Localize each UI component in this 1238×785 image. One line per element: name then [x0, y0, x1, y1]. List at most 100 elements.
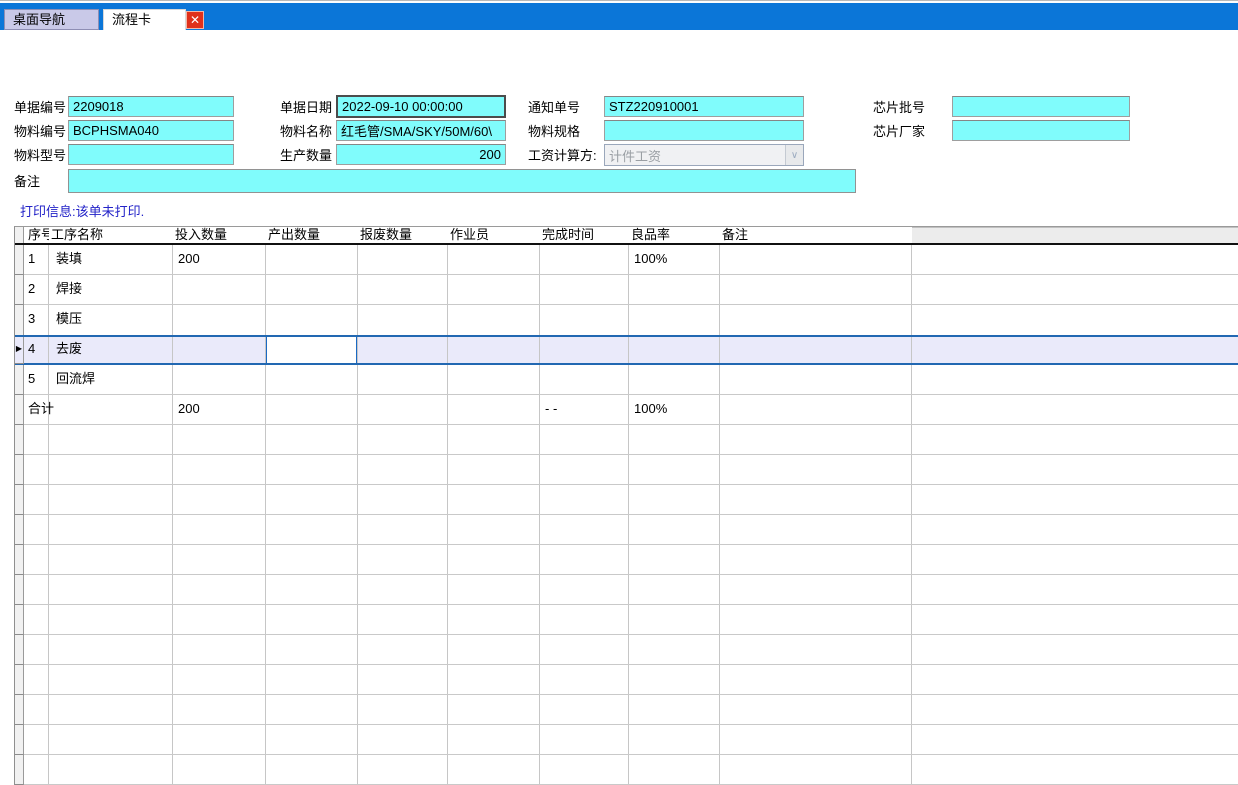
cell-process-name[interactable]: 焊接: [49, 275, 173, 304]
cell-scrap-qty[interactable]: [358, 305, 448, 335]
cell-yield-rate[interactable]: [629, 275, 720, 304]
cell-seq[interactable]: 5: [24, 365, 49, 394]
cell-yield-rate[interactable]: [629, 337, 720, 363]
table-row-4-selected[interactable]: ▶ 4 去废: [15, 335, 1238, 365]
grid-header-gutter: [15, 227, 24, 243]
col-header-process-name[interactable]: 工序名称: [49, 227, 173, 243]
empty-table-row[interactable]: [15, 695, 1238, 725]
cell-process-name[interactable]: 模压: [49, 305, 173, 335]
cell-seq[interactable]: 2: [24, 275, 49, 304]
cell-output-qty[interactable]: [266, 275, 358, 304]
cell-input-qty[interactable]: [173, 337, 266, 363]
cell-finish-time[interactable]: [540, 365, 629, 394]
cell-finish-time[interactable]: [540, 275, 629, 304]
tab-desktop-nav[interactable]: 桌面导航: [4, 9, 99, 30]
cell-finish-time[interactable]: [540, 337, 629, 363]
col-header-output-qty[interactable]: 产出数量: [266, 227, 358, 243]
empty-table-row[interactable]: [15, 665, 1238, 695]
cell-scrap-qty[interactable]: [358, 365, 448, 394]
output-qty-edit-input[interactable]: [266, 337, 358, 363]
cell-process-name[interactable]: 去废: [49, 337, 173, 363]
cell-operator[interactable]: [448, 337, 540, 363]
row-gutter-current-indicator[interactable]: ▶: [15, 337, 24, 364]
row-gutter: [15, 605, 24, 635]
cell-output-qty[interactable]: [266, 365, 358, 394]
cell-remark[interactable]: [720, 337, 912, 363]
col-header-seq[interactable]: 序号: [24, 227, 49, 243]
cell-process-name[interactable]: 回流焊: [49, 365, 173, 394]
cell-yield-rate[interactable]: [629, 305, 720, 335]
chip-maker-input[interactable]: [952, 120, 1130, 141]
col-header-input-qty[interactable]: 投入数量: [173, 227, 266, 243]
empty-table-row[interactable]: [15, 455, 1238, 485]
col-header-operator[interactable]: 作业员: [448, 227, 540, 243]
cell-yield-rate[interactable]: 100%: [629, 245, 720, 274]
cell-input-qty[interactable]: [173, 365, 266, 394]
material-spec-label: 物料规格: [528, 123, 602, 140]
col-header-scrap-qty[interactable]: 报废数量: [358, 227, 448, 243]
cell-output-qty[interactable]: [266, 245, 358, 274]
col-header-yield-rate[interactable]: 良品率: [629, 227, 720, 243]
row-gutter[interactable]: [15, 305, 24, 336]
empty-table-row[interactable]: [15, 635, 1238, 665]
cell-remark[interactable]: [720, 365, 912, 394]
table-row-1[interactable]: 1 装填 200 100%: [15, 245, 1238, 275]
cell-process-name[interactable]: 装填: [49, 245, 173, 274]
doc-no-input[interactable]: [68, 96, 234, 117]
table-row-5[interactable]: 5 回流焊: [15, 365, 1238, 395]
cell-operator[interactable]: [448, 365, 540, 394]
cell-scrap-qty[interactable]: [358, 337, 448, 363]
chip-batch-input[interactable]: [952, 96, 1130, 117]
table-row-2[interactable]: 2 焊接: [15, 275, 1238, 305]
cell-finish-time[interactable]: [540, 245, 629, 274]
tab-process-card[interactable]: 流程卡: [103, 9, 186, 30]
material-no-input[interactable]: [68, 120, 234, 141]
cell-operator[interactable]: [448, 305, 540, 335]
cell-filler: [912, 245, 1238, 274]
cell-input-qty-total: 200: [173, 395, 266, 424]
empty-table-row[interactable]: [15, 575, 1238, 605]
empty-table-row[interactable]: [15, 755, 1238, 785]
col-header-finish-time[interactable]: 完成时间: [540, 227, 629, 243]
material-spec-input[interactable]: [604, 120, 804, 141]
cell-output-qty[interactable]: [266, 305, 358, 335]
cell-scrap-qty[interactable]: [358, 275, 448, 304]
cell-remark[interactable]: [720, 305, 912, 335]
empty-table-row[interactable]: [15, 485, 1238, 515]
wage-method-select[interactable]: 计件工资 ∨: [604, 144, 804, 166]
empty-table-row[interactable]: [15, 515, 1238, 545]
empty-table-row[interactable]: [15, 605, 1238, 635]
cell-remark[interactable]: [720, 275, 912, 304]
cell-seq[interactable]: 3: [24, 305, 49, 335]
empty-table-row[interactable]: [15, 725, 1238, 755]
cell-operator[interactable]: [448, 275, 540, 304]
doc-date-input[interactable]: [336, 95, 506, 118]
cell-input-qty[interactable]: [173, 275, 266, 304]
table-total-row[interactable]: 合计 200 - - 100%: [15, 395, 1238, 425]
cell-input-qty[interactable]: [173, 305, 266, 335]
row-gutter[interactable]: [15, 395, 24, 425]
cell-yield-rate[interactable]: [629, 365, 720, 394]
notice-no-input[interactable]: [604, 96, 804, 117]
remark-input[interactable]: [68, 169, 856, 193]
close-tab-button[interactable]: ✕: [186, 11, 204, 29]
col-header-remark[interactable]: 备注: [720, 227, 912, 243]
row-gutter[interactable]: [15, 275, 24, 305]
cell-scrap-qty-total: [358, 395, 448, 424]
cell-seq[interactable]: 4: [24, 337, 49, 363]
empty-table-row[interactable]: [15, 425, 1238, 455]
row-gutter[interactable]: [15, 365, 24, 395]
prod-qty-input[interactable]: [336, 144, 506, 165]
table-row-3[interactable]: 3 模压: [15, 305, 1238, 335]
cell-finish-time[interactable]: [540, 305, 629, 335]
cell-seq[interactable]: 1: [24, 245, 49, 274]
grid-empty-rows[interactable]: [15, 425, 1238, 785]
empty-table-row[interactable]: [15, 545, 1238, 575]
cell-scrap-qty[interactable]: [358, 245, 448, 274]
cell-remark[interactable]: [720, 245, 912, 274]
cell-input-qty[interactable]: 200: [173, 245, 266, 274]
row-gutter[interactable]: [15, 245, 24, 275]
material-name-input[interactable]: [336, 120, 506, 141]
material-model-input[interactable]: [68, 144, 234, 165]
cell-operator[interactable]: [448, 245, 540, 274]
